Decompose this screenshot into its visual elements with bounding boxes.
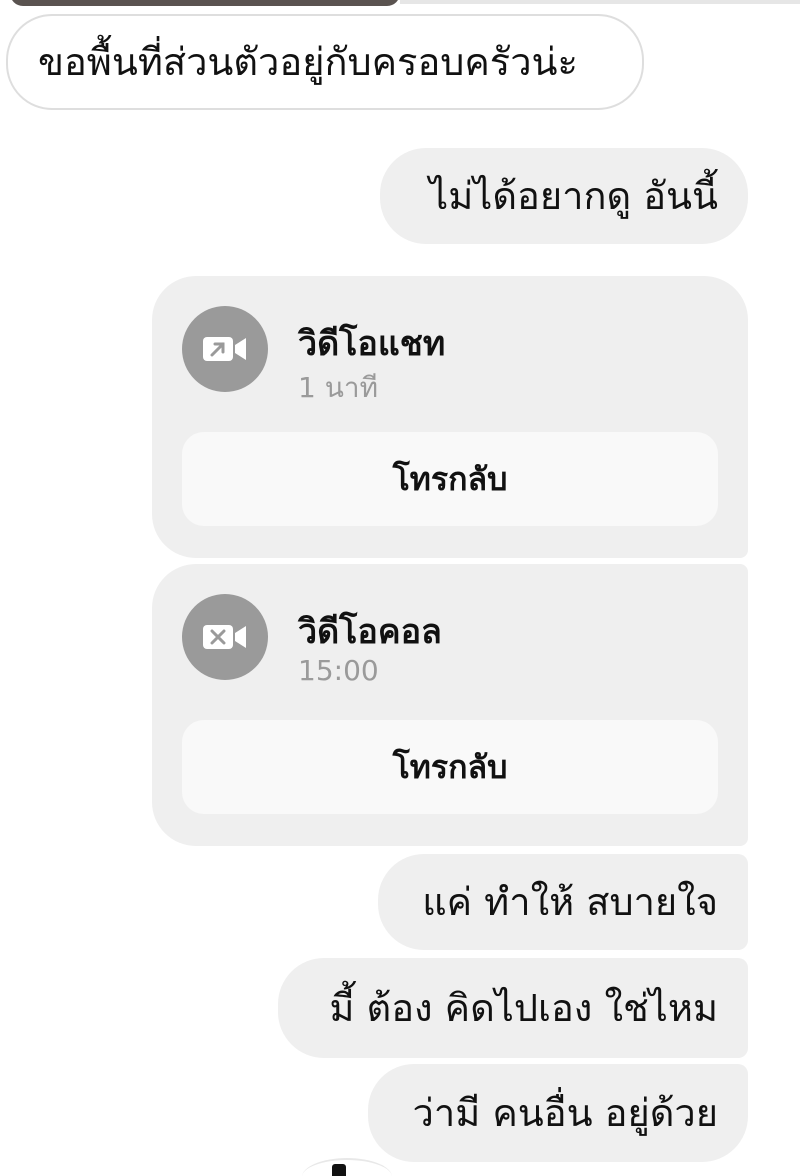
chat-screen: ขอพื้นที่ส่วนตัวอยู่กับครอบครัวน่ะ ไม่ได…	[0, 0, 800, 1176]
message-text: ขอพื้นที่ส่วนตัวอยู่กับครอบครัวน่ะ	[38, 40, 578, 84]
received-message-bubble[interactable]: ขอพื้นที่ส่วนตัวอยู่กับครอบครัวน่ะ	[6, 14, 644, 110]
shared-photo-thumbnail[interactable]	[10, 0, 400, 6]
call-title: วิดีโอแชท	[298, 324, 446, 364]
call-back-button[interactable]: โทรกลับ	[182, 432, 718, 526]
message-text: ว่ามี คนอื่น อยู่ด้วย	[412, 1091, 718, 1135]
video-call-missed-icon	[182, 594, 268, 680]
call-duration: 1 นาที	[298, 371, 379, 404]
call-back-button[interactable]: โทรกลับ	[182, 720, 718, 814]
next-message-partial	[302, 1158, 392, 1176]
message-text: แค่ ทำให้ สบายใจ	[422, 880, 718, 924]
video-call-outgoing-icon	[182, 306, 268, 392]
sent-message-bubble[interactable]: ไม่ได้อยากดู อันนี้	[380, 148, 748, 244]
video-chat-card[interactable]: วิดีโอแชท 1 นาที โทรกลับ	[152, 276, 748, 558]
header-divider	[400, 0, 800, 4]
partial-glyph	[332, 1164, 346, 1176]
sent-message-bubble[interactable]: มี้ ต้อง คิดไปเอง ใช่ไหม	[278, 958, 748, 1058]
call-duration: 15:00	[298, 654, 379, 687]
message-text: ไม่ได้อยากดู อันนี้	[429, 174, 718, 218]
message-text: มี้ ต้อง คิดไปเอง ใช่ไหม	[329, 986, 718, 1030]
video-call-card[interactable]: วิดีโอคอล 15:00 โทรกลับ	[152, 564, 748, 846]
sent-message-bubble[interactable]: ว่ามี คนอื่น อยู่ด้วย	[368, 1064, 748, 1162]
call-title: วิดีโอคอล	[298, 612, 442, 652]
sent-message-bubble[interactable]: แค่ ทำให้ สบายใจ	[378, 854, 748, 950]
